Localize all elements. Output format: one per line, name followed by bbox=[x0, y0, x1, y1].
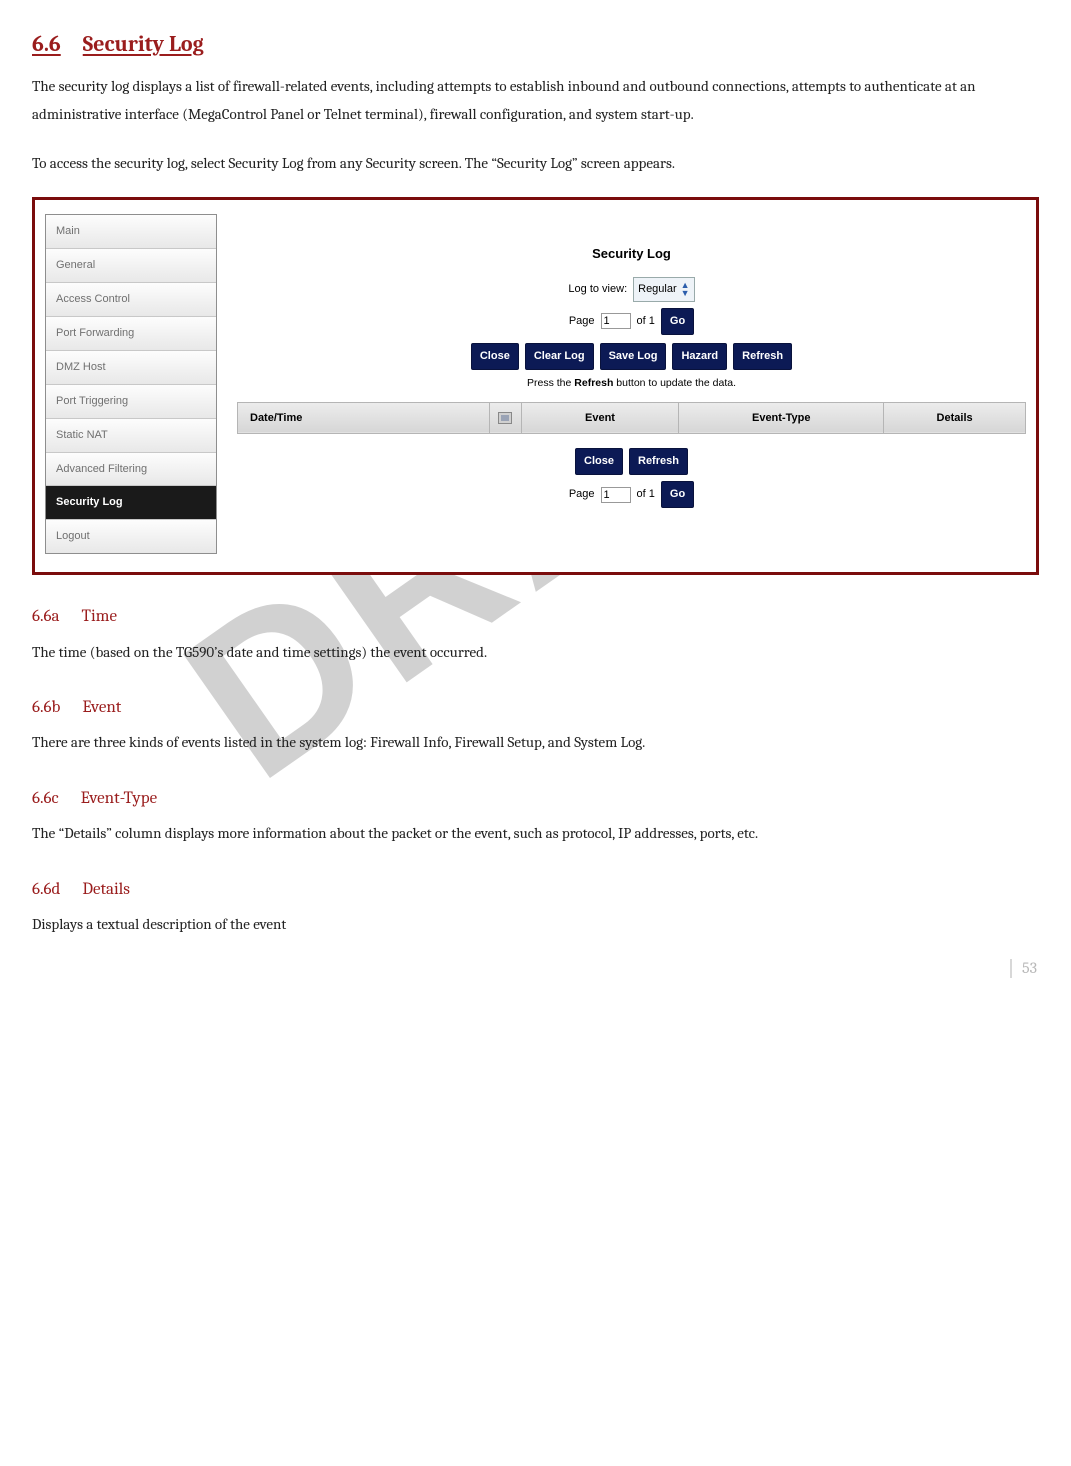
sidebar-item-access-control[interactable]: Access Control bbox=[46, 283, 216, 317]
intro-paragraph: The security log displays a list of fire… bbox=[32, 72, 1039, 129]
sidebar-item-main[interactable]: Main bbox=[46, 215, 216, 249]
heading-6-6a: 6.6a Time bbox=[32, 601, 1039, 633]
sidebar-item-label: General bbox=[56, 259, 95, 271]
heading-6-6b-title: Event bbox=[82, 698, 121, 717]
refresh-note-bold: Refresh bbox=[574, 377, 613, 389]
page-suffix: of 1 bbox=[637, 311, 655, 332]
security-log-screenshot: Main General Access Control Port Forward… bbox=[32, 197, 1039, 575]
heading-6-6c-title: Event-Type bbox=[81, 789, 157, 808]
action-buttons-top: Close Clear Log Save Log Hazard Refresh bbox=[237, 343, 1026, 370]
sidebar-item-label: DMZ Host bbox=[56, 361, 106, 373]
col-details: Details bbox=[884, 402, 1026, 434]
sidebar-nav: Main General Access Control Port Forward… bbox=[45, 214, 217, 554]
event-paragraph: There are three kinds of events listed i… bbox=[32, 728, 1039, 757]
col-event: Event bbox=[521, 402, 679, 434]
event-type-paragraph: The “Details” column displays more infor… bbox=[32, 819, 1039, 848]
sidebar-item-general[interactable]: General bbox=[46, 249, 216, 283]
refresh-note-prefix: Press the bbox=[527, 377, 574, 389]
sidebar-item-port-triggering[interactable]: Port Triggering bbox=[46, 385, 216, 419]
heading-6-6c-number: 6.6c bbox=[32, 789, 59, 808]
panel-title: Security Log bbox=[237, 242, 1026, 267]
save-log-button[interactable]: Save Log bbox=[600, 343, 667, 370]
refresh-note: Press the Refresh button to update the d… bbox=[237, 374, 1026, 394]
access-paragraph: To access the security log, select Secur… bbox=[32, 149, 1039, 178]
sidebar-item-dmz-host[interactable]: DMZ Host bbox=[46, 351, 216, 385]
security-log-panel: Security Log Log to view: Regular ▲▼ Pag… bbox=[237, 214, 1026, 514]
refresh-button[interactable]: Refresh bbox=[733, 343, 792, 370]
heading-6-6a-number: 6.6a bbox=[32, 607, 59, 626]
pagination-bottom: Page of 1 Go bbox=[237, 481, 1026, 508]
close-button-bottom[interactable]: Close bbox=[575, 448, 623, 475]
page-number: 53 bbox=[1010, 959, 1037, 978]
heading-6-6-number: 6.6 bbox=[32, 31, 61, 57]
sidebar-item-label: Access Control bbox=[56, 293, 130, 305]
action-buttons-bottom: Close Refresh bbox=[237, 448, 1026, 475]
heading-6-6d-title: Details bbox=[82, 880, 130, 899]
close-button[interactable]: Close bbox=[471, 343, 519, 370]
col-datetime: Date/Time bbox=[238, 402, 490, 434]
page-suffix-bottom: of 1 bbox=[637, 484, 655, 505]
heading-6-6-title: Security Log bbox=[83, 31, 204, 57]
heading-6-6: 6.6 Security Log bbox=[32, 24, 1039, 66]
log-table-header-row: Date/Time Event Event-Type Details bbox=[238, 402, 1026, 434]
log-to-view-label: Log to view: bbox=[568, 279, 627, 300]
select-arrows-icon: ▲▼ bbox=[681, 281, 690, 297]
log-table: Date/Time Event Event-Type Details bbox=[237, 402, 1026, 435]
col-event-type: Event-Type bbox=[679, 402, 884, 434]
sidebar-item-label: Static NAT bbox=[56, 429, 108, 441]
clear-log-button[interactable]: Clear Log bbox=[525, 343, 594, 370]
go-button-bottom[interactable]: Go bbox=[661, 481, 694, 508]
sidebar-item-label: Logout bbox=[56, 530, 90, 542]
sidebar-item-label: Advanced Filtering bbox=[56, 463, 147, 475]
heading-6-6a-title: Time bbox=[81, 607, 117, 626]
refresh-button-bottom[interactable]: Refresh bbox=[629, 448, 688, 475]
heading-6-6c: 6.6c Event-Type bbox=[32, 783, 1039, 815]
heading-6-6d-number: 6.6d bbox=[32, 880, 60, 899]
page-prefix-bottom: Page bbox=[569, 484, 595, 505]
sidebar-item-advanced-filtering[interactable]: Advanced Filtering bbox=[46, 453, 216, 487]
sidebar-item-static-nat[interactable]: Static NAT bbox=[46, 419, 216, 453]
sidebar-item-label: Port Triggering bbox=[56, 395, 128, 407]
heading-6-6b: 6.6b Event bbox=[32, 692, 1039, 724]
sidebar-item-port-forwarding[interactable]: Port Forwarding bbox=[46, 317, 216, 351]
details-paragraph: Displays a textual description of the ev… bbox=[32, 910, 1039, 939]
heading-6-6d: 6.6d Details bbox=[32, 874, 1039, 906]
log-to-view-value: Regular bbox=[638, 279, 677, 300]
page-prefix: Page bbox=[569, 311, 595, 332]
sidebar-item-logout[interactable]: Logout bbox=[46, 520, 216, 553]
sidebar-item-security-log[interactable]: Security Log bbox=[46, 486, 216, 520]
sidebar-item-label: Port Forwarding bbox=[56, 327, 134, 339]
page-number-input[interactable] bbox=[601, 313, 631, 329]
log-to-view-select[interactable]: Regular ▲▼ bbox=[633, 277, 694, 302]
time-paragraph: The time (based on the TG590’s date and … bbox=[32, 638, 1039, 667]
sidebar-item-label: Security Log bbox=[56, 496, 123, 508]
sidebar-item-label: Main bbox=[56, 225, 80, 237]
heading-6-6b-number: 6.6b bbox=[32, 698, 60, 717]
page-number-input-bottom[interactable] bbox=[601, 487, 631, 503]
log-to-view-row: Log to view: Regular ▲▼ bbox=[237, 277, 1026, 302]
refresh-note-suffix: button to update the data. bbox=[613, 377, 736, 389]
pagination-top: Page of 1 Go bbox=[237, 308, 1026, 335]
hazard-button[interactable]: Hazard bbox=[672, 343, 727, 370]
sort-icon bbox=[498, 412, 512, 424]
col-sort-icon[interactable] bbox=[490, 402, 522, 434]
go-button[interactable]: Go bbox=[661, 308, 694, 335]
